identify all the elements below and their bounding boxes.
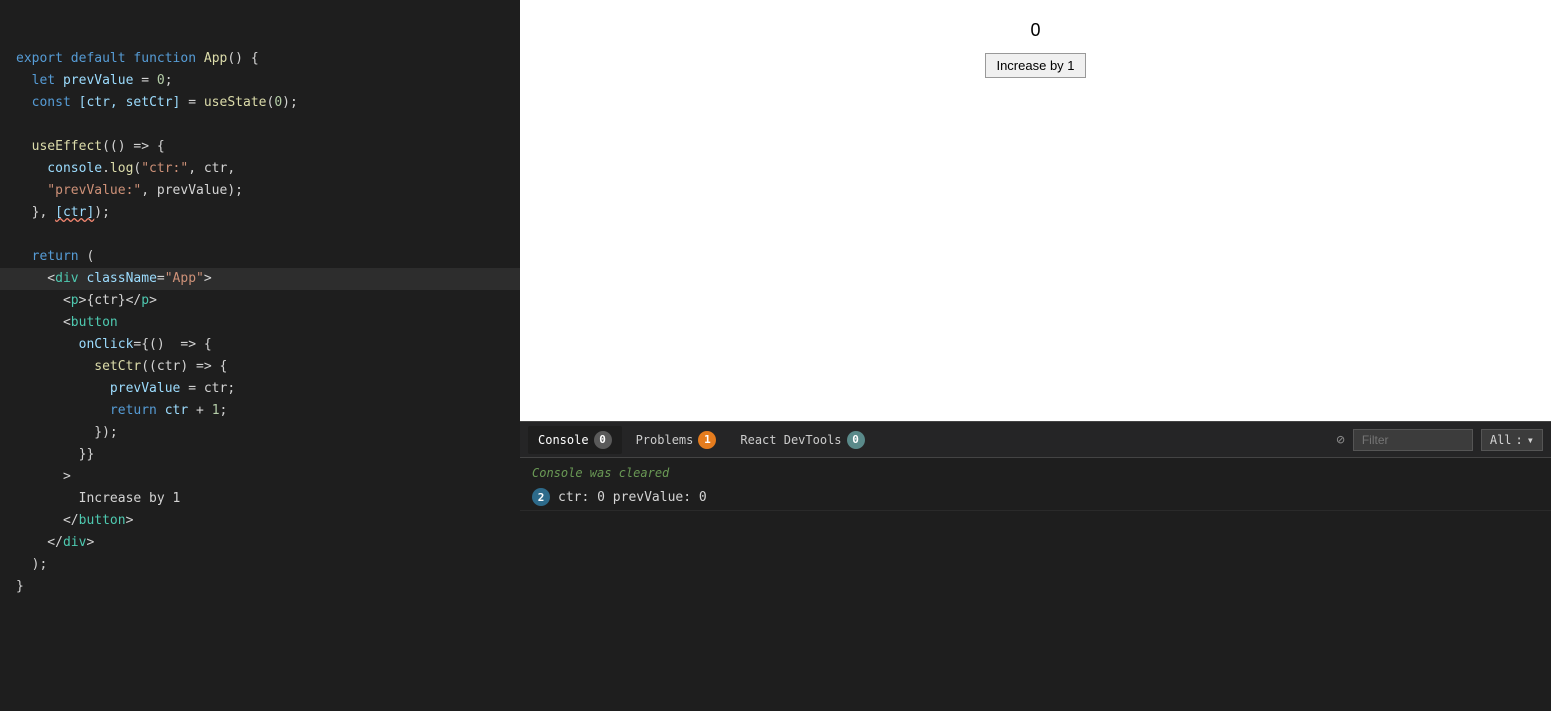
problems-badge: 1 [698, 431, 716, 449]
code-line: export default function App() { [0, 48, 520, 70]
code-line [0, 224, 520, 246]
code-line: </button> [0, 510, 520, 532]
code-line: }} [0, 444, 520, 466]
code-line: <button [0, 312, 520, 334]
console-cleared-message: Console was cleared [520, 462, 1551, 484]
code-line: let prevValue = 0; [0, 70, 520, 92]
console-tab-label: Console [538, 433, 589, 447]
log-count-badge: 2 [532, 488, 550, 506]
code-line: "prevValue:", prevValue); [0, 180, 520, 202]
code-line: return ( [0, 246, 520, 268]
console-tabs-bar: Console 0 Problems 1 React DevTools 0 ⊘ … [520, 422, 1551, 458]
code-line: <p>{ctr}</p> [0, 290, 520, 312]
code-line: prevValue = ctr; [0, 378, 520, 400]
counter-display: 0 [1030, 20, 1040, 41]
right-panel: 0 Increase by 1 Console 0 Problems 1 Rea… [520, 0, 1551, 711]
filter-dropdown-separator: : [1516, 433, 1523, 447]
code-line: }); [0, 422, 520, 444]
filter-dropdown[interactable]: All : ▾ [1481, 429, 1543, 451]
code-line: Increase by 1 [0, 488, 520, 510]
devtools-badge: 0 [847, 431, 865, 449]
code-line [0, 114, 520, 136]
console-log-entry: 2 ctr: 0 prevValue: 0 [520, 484, 1551, 511]
filter-dropdown-label: All [1490, 433, 1512, 447]
code-line: > [0, 466, 520, 488]
code-line: console.log("ctr:", ctr, [0, 158, 520, 180]
filter-area: ⊘ All : ▾ [1336, 429, 1543, 451]
code-line: return ctr + 1; [0, 400, 520, 422]
devtools-tab-label: React DevTools [740, 433, 841, 447]
code-line: onClick={() => { [0, 334, 520, 356]
console-badge: 0 [594, 431, 612, 449]
console-content: Console was cleared 2 ctr: 0 prevValue: … [520, 458, 1551, 711]
preview-area: 0 Increase by 1 [520, 0, 1551, 421]
code-line: }, [ctr]); [0, 202, 520, 224]
log-text: ctr: 0 prevValue: 0 [558, 490, 707, 505]
code-line: ); [0, 554, 520, 576]
tab-console[interactable]: Console 0 [528, 426, 622, 454]
code-line: </div> [0, 532, 520, 554]
code-editor: export default function App() { let prev… [0, 0, 520, 711]
problems-tab-label: Problems [636, 433, 694, 447]
tab-problems[interactable]: Problems 1 [626, 426, 727, 454]
code-line: useEffect(() => { [0, 136, 520, 158]
increase-button[interactable]: Increase by 1 [985, 53, 1085, 78]
code-line: setCtr((ctr) => { [0, 356, 520, 378]
code-line: } [0, 576, 520, 598]
code-line: <div className="App"> [0, 268, 520, 290]
clear-console-icon[interactable]: ⊘ [1336, 432, 1344, 448]
code-lines: export default function App() { let prev… [0, 0, 520, 602]
code-line: const [ctr, setCtr] = useState(0); [0, 92, 520, 114]
console-panel: Console 0 Problems 1 React DevTools 0 ⊘ … [520, 421, 1551, 711]
chevron-down-icon: ▾ [1527, 433, 1534, 447]
tab-devtools[interactable]: React DevTools 0 [730, 426, 874, 454]
filter-input[interactable] [1353, 429, 1473, 451]
